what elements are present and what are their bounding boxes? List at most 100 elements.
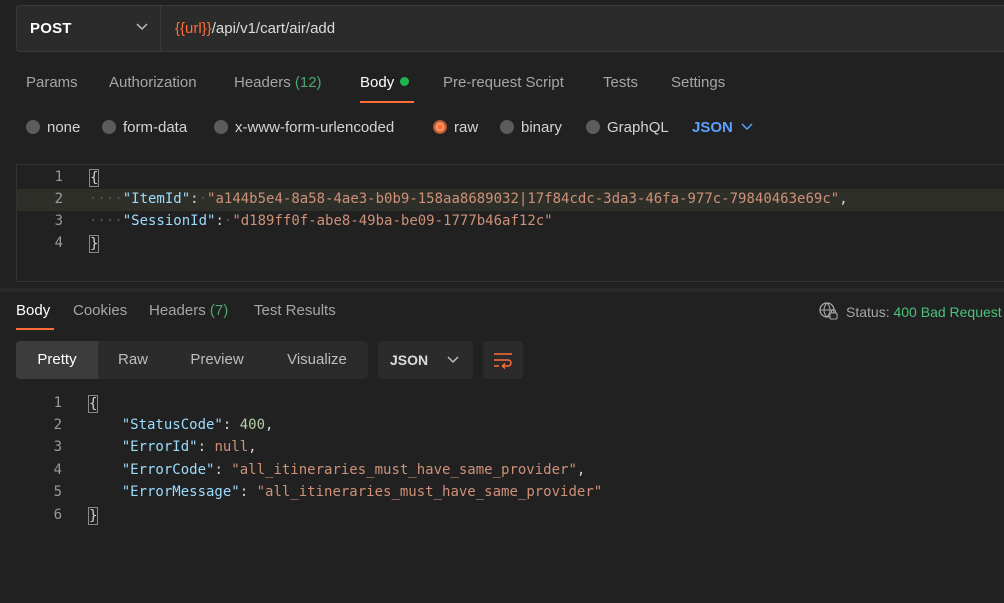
radio-label: binary (521, 119, 562, 136)
response-format-label: JSON (390, 352, 429, 368)
line-number: 3 (54, 213, 63, 229)
body-modified-dot (400, 77, 410, 86)
url-text: {{url}}/api/v1/cart/air/add (175, 20, 335, 37)
code-line: 3 ····"SessionId":·"d189ff0f-abe8-49ba-b… (17, 211, 1004, 233)
response-tab-headers-count: (7) (209, 302, 229, 319)
chevron-down-icon (447, 356, 459, 364)
json-number-value: 400 (239, 417, 266, 433)
tab-params[interactable]: Params (26, 74, 78, 91)
code-line: 3 "ErrorId": null, (16, 437, 1004, 459)
chevron-down-icon (741, 123, 753, 131)
json-key: "ErrorMessage" (121, 484, 240, 500)
line-number: 2 (54, 191, 63, 207)
tab-body-label: Body (360, 74, 395, 91)
code-content: { (88, 395, 99, 413)
panel-divider[interactable] (0, 288, 1004, 292)
line-number: 4 (54, 235, 63, 251)
active-tab-underline (360, 101, 414, 103)
json-string-value: "all_itineraries_must_have_same_provider… (231, 462, 577, 478)
code-content: } (88, 507, 99, 525)
tab-settings[interactable]: Settings (671, 74, 725, 91)
radio-label: x-www-form-urlencoded (235, 119, 395, 136)
json-string-value: "a144b5e4-8a58-4ae3-b0b9-158aa8689032|17… (207, 191, 840, 207)
json-string-value: "all_itineraries_must_have_same_provider… (256, 484, 603, 500)
code-content: ····"ItemId":·"a144b5e4-8a58-4ae3-b0b9-1… (89, 191, 848, 207)
request-url-bar: POST {{url}}/api/v1/cart/air/add (0, 0, 1004, 60)
radio-none[interactable]: none (26, 119, 80, 136)
radio-raw[interactable]: raw (433, 119, 478, 136)
request-body-editor[interactable]: 1 { 2 ····"ItemId":·"a144b5e4-8a58-4ae3-… (16, 164, 1004, 282)
view-preview[interactable]: Preview (168, 341, 266, 379)
radio-dot (586, 120, 600, 134)
response-status: Status: 400 Bad Request (818, 301, 1002, 321)
radio-dot-selected (433, 120, 447, 134)
globe-lock-icon[interactable] (818, 301, 838, 321)
view-pretty[interactable]: Pretty (16, 341, 98, 379)
response-tab-headers-label: Headers (149, 302, 206, 319)
body-type-options: none form-data x-www-form-urlencoded raw… (0, 110, 1004, 148)
code-content: "ErrorId": null, (121, 439, 257, 455)
json-string-value: "d189ff0f-abe8-49ba-be09-1777b46af12c" (232, 213, 553, 229)
status-label: Status: (846, 304, 890, 320)
tab-pre-request-script[interactable]: Pre-request Script (443, 74, 564, 91)
json-key: "SessionId" (122, 213, 216, 229)
radio-label: form-data (123, 119, 188, 136)
code-line: 1 { (16, 393, 1004, 415)
json-key: "StatusCode" (121, 417, 223, 433)
wrap-lines-button[interactable] (483, 341, 523, 379)
open-brace: { (89, 169, 100, 187)
tab-headers-label: Headers (234, 74, 291, 91)
radio-urlencoded[interactable]: x-www-form-urlencoded (214, 119, 394, 136)
wrap-lines-icon (494, 353, 512, 369)
url-path: /api/v1/cart/air/add (211, 20, 336, 37)
line-number: 2 (53, 417, 62, 433)
tab-body[interactable]: Body (360, 74, 410, 91)
response-body-viewer[interactable]: 1 { 2 "StatusCode": 400, 3 "ErrorId": nu… (16, 393, 1004, 593)
code-content: { (89, 169, 100, 187)
response-tab-test-results[interactable]: Test Results (254, 302, 336, 319)
radio-form-data[interactable]: form-data (102, 119, 187, 136)
radio-label: raw (454, 119, 479, 136)
radio-dot (26, 120, 40, 134)
view-visualize[interactable]: Visualize (266, 341, 368, 379)
tab-headers-count: (12) (294, 74, 322, 91)
view-raw[interactable]: Raw (98, 341, 168, 379)
response-format-select[interactable]: JSON (378, 341, 473, 379)
code-content: ····"SessionId":·"d189ff0f-abe8-49ba-be0… (89, 213, 553, 229)
json-key: "ItemId" (122, 191, 191, 207)
code-line: 4 } (17, 233, 1004, 255)
code-line: 4 "ErrorCode": "all_itineraries_must_hav… (16, 460, 1004, 482)
tab-tests[interactable]: Tests (603, 74, 638, 91)
code-line-highlighted: 2 ····"ItemId":·"a144b5e4-8a58-4ae3-b0b9… (17, 189, 1004, 211)
radio-dot (102, 120, 116, 134)
body-format-label: JSON (692, 119, 733, 136)
url-input[interactable]: {{url}}/api/v1/cart/air/add (160, 5, 1004, 52)
radio-graphql[interactable]: GraphQL (586, 119, 669, 136)
body-format-select[interactable]: JSON (692, 119, 753, 136)
code-line: 6 } (16, 505, 1004, 527)
close-brace: } (89, 235, 100, 253)
method-select[interactable]: POST (16, 5, 160, 52)
radio-label: none (47, 119, 81, 136)
line-number: 1 (53, 395, 62, 411)
view-mode-toggle: Pretty Raw Preview Visualize (16, 341, 368, 379)
status-value: 400 Bad Request (893, 304, 1002, 320)
response-tab-headers[interactable]: Headers (7) (149, 302, 228, 319)
line-number: 5 (53, 484, 62, 500)
method-label: POST (30, 20, 72, 37)
code-line: 2 "StatusCode": 400, (16, 415, 1004, 437)
radio-label: GraphQL (607, 119, 669, 136)
response-tab-cookies[interactable]: Cookies (73, 302, 127, 319)
response-tabs: Body Cookies Headers (7) Test Results St… (0, 295, 1004, 333)
line-number: 4 (53, 462, 62, 478)
radio-binary[interactable]: binary (500, 119, 562, 136)
tab-headers[interactable]: Headers (12) (234, 74, 322, 91)
request-tabs: Params Authorization Headers (12) Body P… (0, 62, 1004, 104)
code-line: 1 { (17, 167, 1004, 189)
tab-authorization[interactable]: Authorization (109, 74, 197, 91)
response-tab-body[interactable]: Body (16, 302, 50, 319)
line-number: 3 (53, 439, 62, 455)
json-key: "ErrorId" (121, 439, 198, 455)
json-null-value: null (214, 439, 249, 455)
close-brace: } (88, 507, 99, 525)
